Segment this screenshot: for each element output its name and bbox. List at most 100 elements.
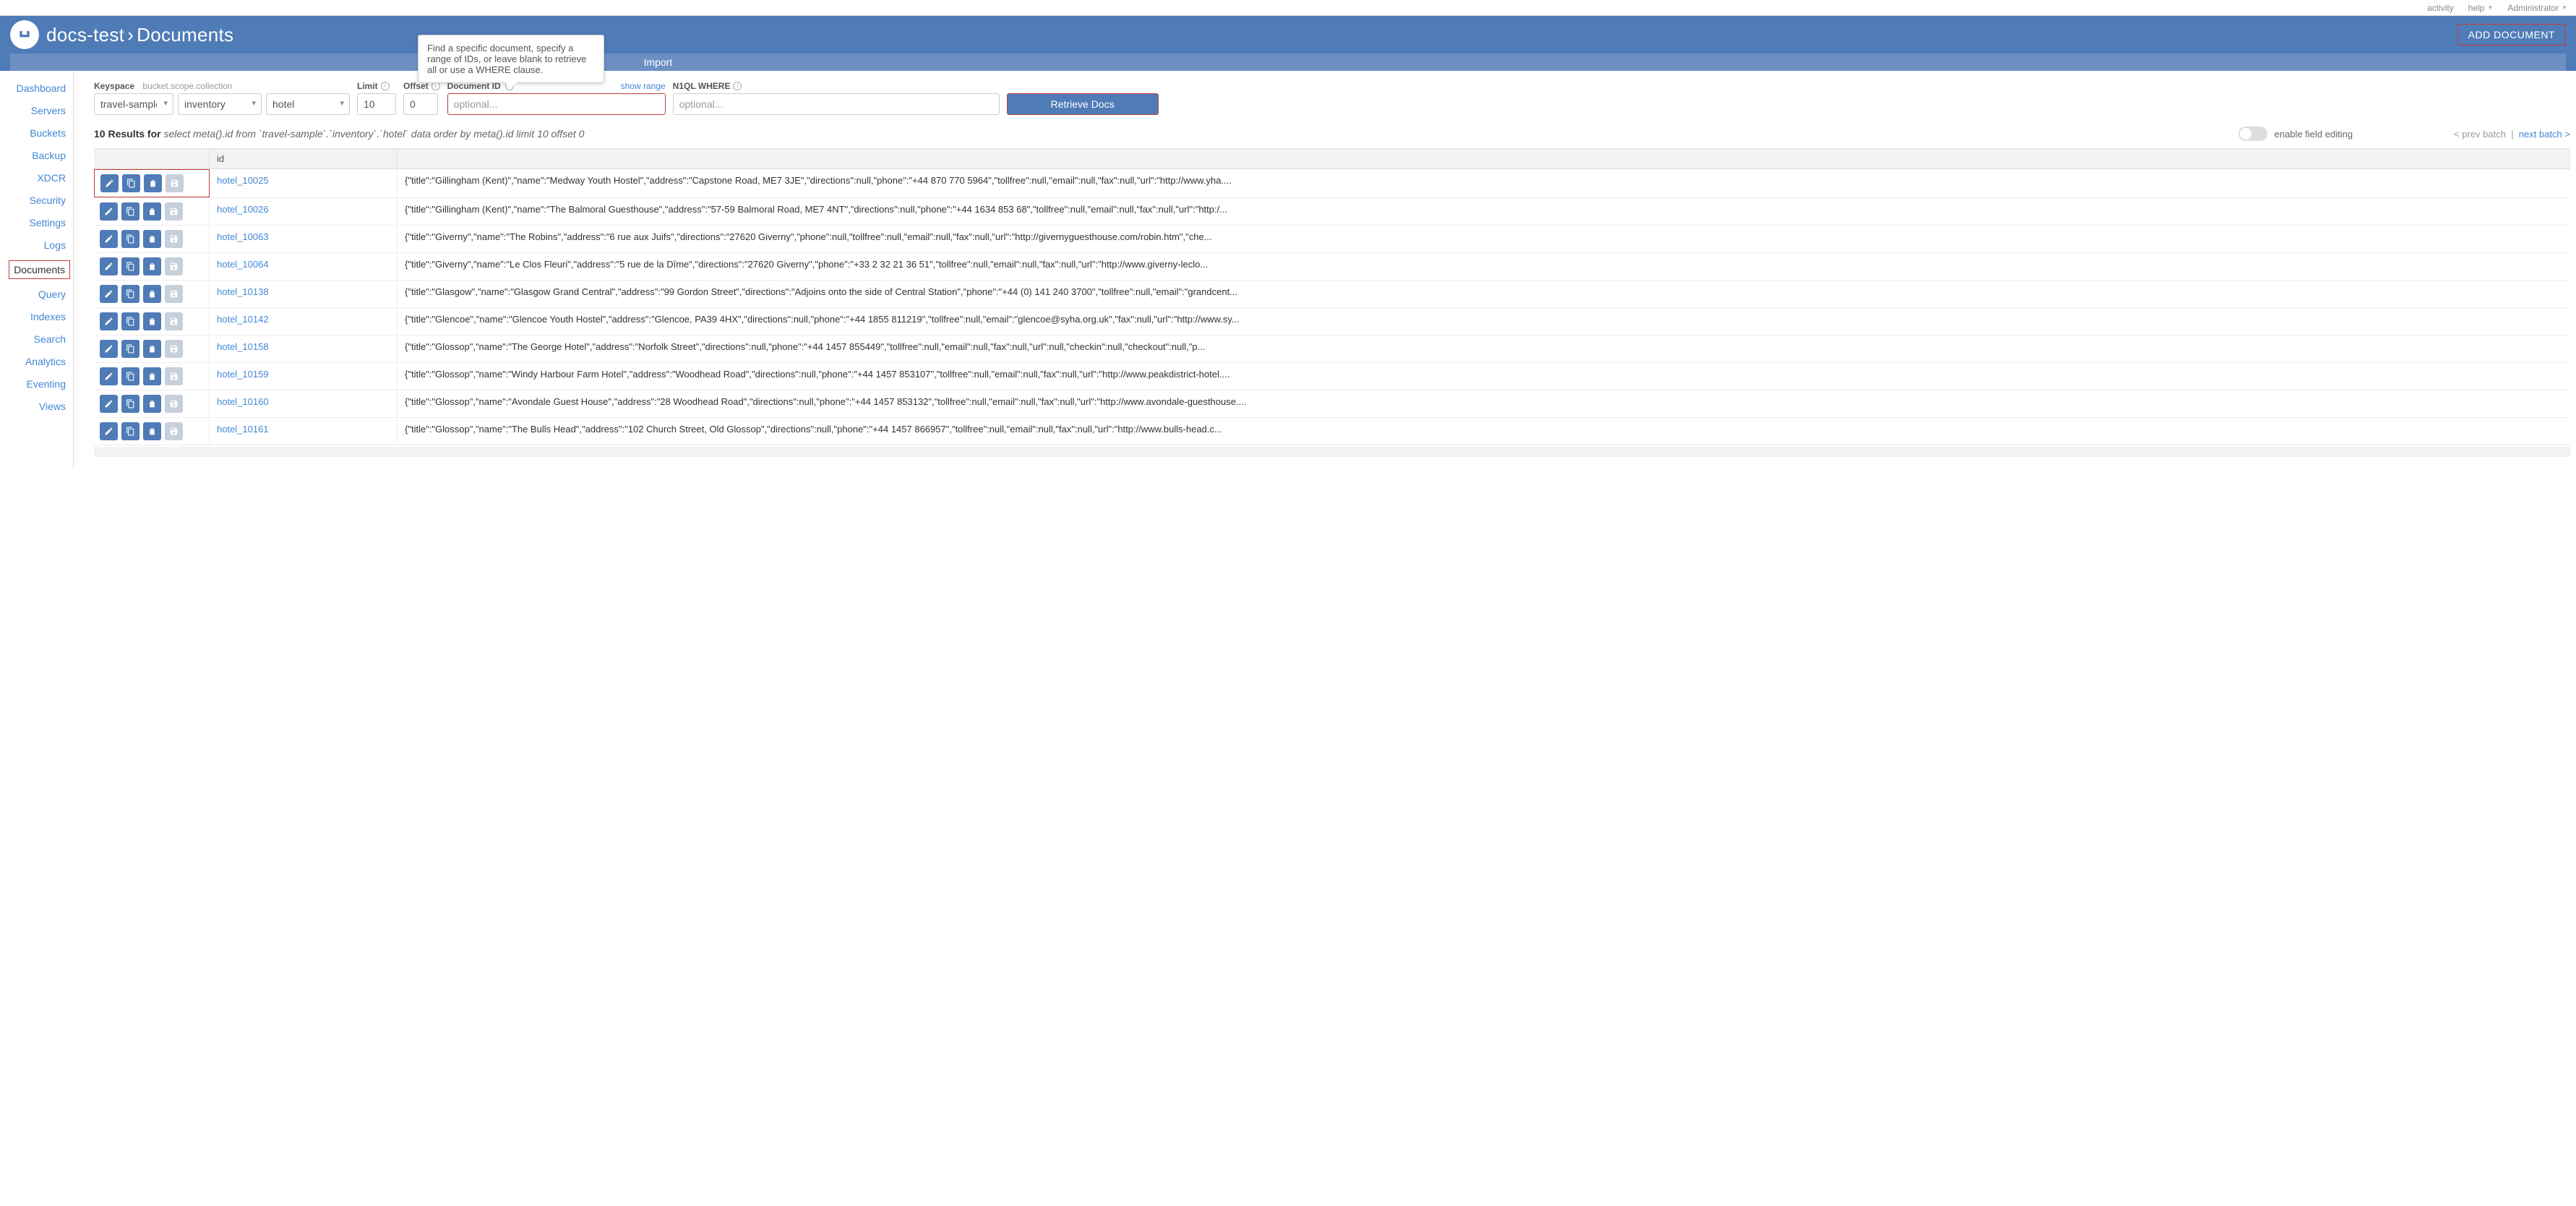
delete-button[interactable] <box>143 367 161 385</box>
activity-link[interactable]: activity <box>2427 3 2454 13</box>
limit-input[interactable] <box>357 93 396 115</box>
delete-button[interactable] <box>144 174 162 192</box>
doc-id-link[interactable]: hotel_10159 <box>217 369 269 380</box>
sidebar-item-xdcr[interactable]: XDCR <box>33 171 70 185</box>
save-button[interactable] <box>165 422 183 440</box>
delete-button[interactable] <box>143 312 161 330</box>
sidebar-item-documents[interactable]: Documents <box>9 260 70 279</box>
doc-json: {"title":"Glossop","name":"The Bulls Hea… <box>398 418 2570 445</box>
table-row: hotel_10025 {"title":"Gillingham (Kent)",… <box>94 169 2570 198</box>
sidebar-item-analytics[interactable]: Analytics <box>21 354 70 369</box>
enable-field-editing-toggle[interactable] <box>2238 127 2267 141</box>
collection-select[interactable]: hotel <box>266 93 350 115</box>
help-link[interactable]: help ▼ <box>2468 3 2494 13</box>
delete-button[interactable] <box>143 340 161 358</box>
table-row: hotel_10026 {"title":"Gillingham (Kent)",… <box>94 198 2570 226</box>
save-button[interactable] <box>165 257 183 275</box>
doc-id-link[interactable]: hotel_10161 <box>217 424 269 435</box>
sidebar-item-indexes[interactable]: Indexes <box>26 309 70 324</box>
doc-id-link[interactable]: hotel_10158 <box>217 341 269 352</box>
table-row: hotel_10142 {"title":"Glencoe","name":"Gl… <box>94 308 2570 335</box>
edit-button[interactable] <box>100 340 118 358</box>
save-button[interactable] <box>166 174 184 192</box>
sidebar-item-views[interactable]: Views <box>35 399 70 414</box>
copy-button[interactable] <box>121 202 139 221</box>
retrieve-docs-button[interactable]: Retrieve Docs <box>1007 93 1159 115</box>
show-range-link[interactable]: show range <box>621 81 666 91</box>
delete-button[interactable] <box>143 257 161 275</box>
edit-button[interactable] <box>100 257 118 275</box>
results-table: id hotel_10025 {"title":"Gillingham (Kent… <box>94 148 2570 445</box>
doc-id-link[interactable]: hotel_10025 <box>217 175 269 186</box>
where-input[interactable] <box>673 93 1000 115</box>
edit-button[interactable] <box>100 422 118 440</box>
results-summary: 10 Results for select meta().id from `tr… <box>94 128 584 140</box>
save-button[interactable] <box>165 285 183 303</box>
edit-button[interactable] <box>100 230 118 248</box>
edit-button[interactable] <box>100 367 118 385</box>
document-id-input[interactable] <box>447 93 666 115</box>
copy-button[interactable] <box>122 174 140 192</box>
table-row: hotel_10158 {"title":"Glossop","name":"Th… <box>94 335 2570 363</box>
info-icon[interactable]: i <box>381 82 390 90</box>
sidebar-item-servers[interactable]: Servers <box>27 103 70 118</box>
bucket-select[interactable]: travel-sample <box>94 93 173 115</box>
sidebar-item-settings[interactable]: Settings <box>25 215 70 230</box>
delete-button[interactable] <box>143 202 161 221</box>
batch-nav: < prev batch | next batch > <box>2454 129 2570 140</box>
sidebar-item-security[interactable]: Security <box>25 193 70 208</box>
copy-button[interactable] <box>121 257 139 275</box>
copy-button[interactable] <box>121 422 139 440</box>
edit-button[interactable] <box>100 395 118 413</box>
sidebar-item-query[interactable]: Query <box>34 287 70 302</box>
sidebar-item-backup[interactable]: Backup <box>27 148 70 163</box>
doc-id-link[interactable]: hotel_10138 <box>217 286 269 297</box>
next-batch-link[interactable]: next batch > <box>2519 129 2570 140</box>
doc-id-link[interactable]: hotel_10026 <box>217 204 269 215</box>
copy-button[interactable] <box>121 285 139 303</box>
doc-id-link[interactable]: hotel_10063 <box>217 231 269 242</box>
doc-id-link[interactable]: hotel_10160 <box>217 396 269 407</box>
admin-link[interactable]: Administrator ▼ <box>2507 3 2567 13</box>
controls-row: Keyspace bucket.scope.collection travel-… <box>94 81 2570 115</box>
offset-input[interactable] <box>403 93 438 115</box>
doc-json: {"title":"Gillingham (Kent)","name":"The… <box>398 198 2570 225</box>
edit-button[interactable] <box>100 202 118 221</box>
edit-button[interactable] <box>100 285 118 303</box>
sidebar-item-eventing[interactable]: Eventing <box>22 377 70 391</box>
sidebar-item-logs[interactable]: Logs <box>40 238 70 252</box>
col-id: id <box>210 149 398 168</box>
subtab-import[interactable]: Import <box>644 56 673 68</box>
add-document-button[interactable]: ADD DOCUMENT <box>2457 24 2566 46</box>
sidebar-item-search[interactable]: Search <box>30 332 70 346</box>
copy-button[interactable] <box>121 340 139 358</box>
copy-button[interactable] <box>121 367 139 385</box>
edit-button[interactable] <box>100 174 119 192</box>
save-button[interactable] <box>165 367 183 385</box>
copy-button[interactable] <box>121 230 139 248</box>
doc-id-link[interactable]: hotel_10142 <box>217 314 269 325</box>
save-button[interactable] <box>165 230 183 248</box>
doc-json: {"title":"Gillingham (Kent)","name":"Med… <box>398 169 2570 197</box>
doc-json: {"title":"Glossop","name":"The George Ho… <box>398 335 2570 362</box>
save-button[interactable] <box>165 395 183 413</box>
save-button[interactable] <box>165 312 183 330</box>
doc-json: {"title":"Glencoe","name":"Glencoe Youth… <box>398 308 2570 335</box>
save-button[interactable] <box>165 202 183 221</box>
doc-id-link[interactable]: hotel_10064 <box>217 259 269 270</box>
subtabs: Workbench Import <box>10 54 2566 71</box>
save-button[interactable] <box>165 340 183 358</box>
delete-button[interactable] <box>143 230 161 248</box>
copy-button[interactable] <box>121 312 139 330</box>
table-row: hotel_10159{"title":"Glossop","name":"Wi… <box>94 363 2570 390</box>
delete-button[interactable] <box>143 422 161 440</box>
copy-button[interactable] <box>121 395 139 413</box>
sidebar-item-dashboard[interactable]: Dashboard <box>12 81 71 95</box>
delete-button[interactable] <box>143 285 161 303</box>
delete-button[interactable] <box>143 395 161 413</box>
edit-button[interactable] <box>100 312 118 330</box>
sidebar-item-buckets[interactable]: Buckets <box>25 126 70 140</box>
info-icon[interactable]: i <box>733 82 742 90</box>
scope-select[interactable]: inventory <box>178 93 262 115</box>
main-content: Keyspace bucket.scope.collection travel-… <box>74 71 2576 467</box>
